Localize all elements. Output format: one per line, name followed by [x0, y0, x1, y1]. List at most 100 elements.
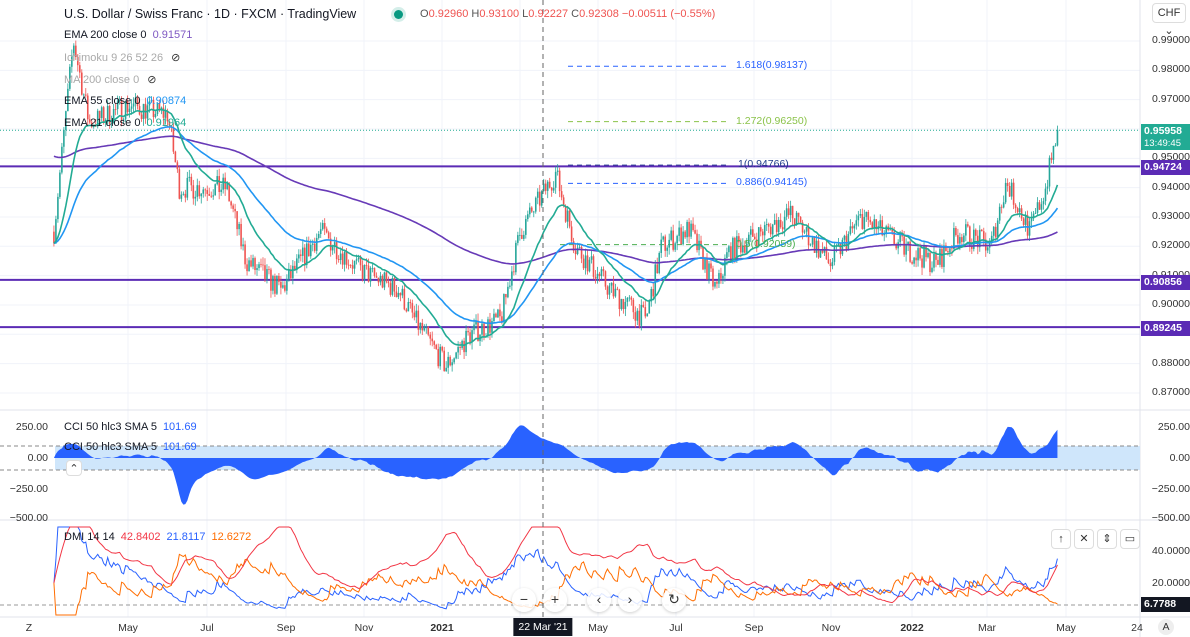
- candle: [1040, 204, 1043, 210]
- candle: [266, 269, 268, 280]
- candle: [473, 324, 475, 331]
- collapse-pane-button[interactable]: ⇕: [1097, 529, 1117, 549]
- legend-cci[interactable]: CCI 50 hlc3 SMA 5 101.69: [64, 421, 197, 433]
- price-axis-label: 0.88000: [1152, 356, 1190, 369]
- scroll-left-button[interactable]: ‹: [587, 588, 611, 612]
- candle: [686, 221, 688, 238]
- time-axis-label: Sep: [276, 622, 296, 634]
- candle: [377, 277, 380, 283]
- candle: [307, 243, 310, 257]
- price-axis-label: 0.92000: [1152, 239, 1190, 252]
- candle: [220, 189, 222, 193]
- candle: [939, 248, 941, 265]
- candle: [540, 191, 543, 206]
- legend-ema55[interactable]: EMA 55 close 0 0.90874: [64, 95, 186, 107]
- candle: [811, 237, 814, 245]
- hidden-eye-icon[interactable]: ⊘: [147, 73, 156, 86]
- legend-dmi[interactable]: DMI 14 14 42.8402 21.8117 12.6272: [64, 531, 251, 543]
- candle: [258, 264, 260, 269]
- candle: [955, 228, 957, 236]
- auto-scale-button[interactable]: A: [1158, 619, 1174, 635]
- candle: [666, 247, 668, 251]
- candle: [321, 222, 324, 230]
- candle: [507, 286, 509, 298]
- level-tag: 0.90856: [1141, 275, 1190, 290]
- candle: [447, 356, 449, 368]
- candle: [367, 265, 370, 282]
- candle: [584, 255, 587, 269]
- candle: [849, 226, 852, 234]
- candle: [365, 264, 368, 266]
- candle: [781, 227, 784, 230]
- candle: [513, 271, 515, 273]
- candle: [331, 246, 334, 251]
- candle: [79, 65, 81, 73]
- candle: [660, 239, 663, 254]
- cci-axis-label: 250.00: [1157, 421, 1190, 433]
- candle: [604, 271, 607, 287]
- reset-chart-button[interactable]: ↻: [662, 588, 686, 612]
- candle: [515, 242, 517, 273]
- candle: [980, 229, 983, 232]
- candle: [678, 227, 680, 236]
- candle: [943, 245, 945, 267]
- candle: [503, 294, 505, 323]
- candle: [407, 302, 410, 312]
- candle: [889, 229, 891, 231]
- cci-axis-label: 0.00: [27, 452, 48, 464]
- hidden-eye-icon[interactable]: ⊘: [171, 51, 180, 64]
- collapse-legend-button[interactable]: ⌃: [66, 460, 82, 476]
- candle: [544, 183, 547, 191]
- price-axis-label: 0.87000: [1152, 385, 1190, 398]
- candle: [527, 214, 529, 220]
- candle: [246, 264, 248, 272]
- legend-ema200[interactable]: EMA 200 close 0 0.91571: [64, 29, 192, 41]
- candle: [704, 259, 706, 270]
- candle: [982, 231, 985, 240]
- candle: [359, 257, 362, 266]
- legend-ichimoku[interactable]: Ichimoku 9 26 52 26 ⊘: [64, 51, 180, 64]
- currency-button[interactable]: CHF ⌄: [1152, 3, 1186, 37]
- cci-axis-label: 0.00: [1169, 452, 1190, 464]
- candle: [417, 310, 420, 330]
- legend-cci-2[interactable]: CCI 50 hlc3 SMA 5 101.69: [64, 441, 197, 453]
- candle: [413, 312, 416, 318]
- maximize-pane-button[interactable]: ▭: [1120, 529, 1140, 549]
- candle: [184, 193, 187, 198]
- candle: [726, 252, 728, 258]
- time-axis-label: May: [1056, 622, 1076, 634]
- candle: [262, 264, 264, 266]
- candle: [712, 268, 714, 287]
- time-axis-label: Nov: [821, 622, 841, 634]
- candle: [389, 283, 392, 295]
- cci-axis-label: −500.00: [9, 512, 48, 524]
- candle: [1052, 145, 1055, 160]
- legend-ema21[interactable]: EMA 21 close 0 0.91964: [64, 117, 186, 129]
- candle: [978, 229, 981, 248]
- candle: [1034, 212, 1037, 214]
- scroll-right-button[interactable]: ›: [618, 588, 642, 612]
- candle: [927, 252, 929, 258]
- candle: [309, 244, 312, 257]
- candle: [399, 292, 402, 296]
- candle: [919, 248, 921, 259]
- ema-21-line: [53, 108, 1059, 347]
- candle: [779, 219, 782, 228]
- candle: [620, 298, 623, 310]
- candle: [775, 220, 778, 233]
- move-pane-up-button[interactable]: ↑: [1051, 529, 1071, 549]
- candle: [435, 344, 438, 349]
- price-axis-label: 0.94000: [1152, 180, 1190, 193]
- candle: [534, 197, 537, 212]
- candle: [381, 275, 384, 288]
- timezone-z-button[interactable]: Z: [26, 622, 32, 634]
- zoom-out-button[interactable]: −: [512, 588, 536, 612]
- candle: [789, 205, 792, 216]
- close-pane-button[interactable]: ✕: [1074, 529, 1094, 549]
- candle: [305, 243, 308, 266]
- symbol-title[interactable]: U.S. Dollar / Swiss Franc · 1D · FXCM · …: [64, 7, 356, 21]
- legend-ma200[interactable]: MA 200 close 0 ⊘: [64, 73, 156, 86]
- zoom-in-button[interactable]: +: [543, 588, 567, 612]
- candle: [732, 237, 734, 262]
- price-axis-label: 0.93000: [1152, 209, 1190, 222]
